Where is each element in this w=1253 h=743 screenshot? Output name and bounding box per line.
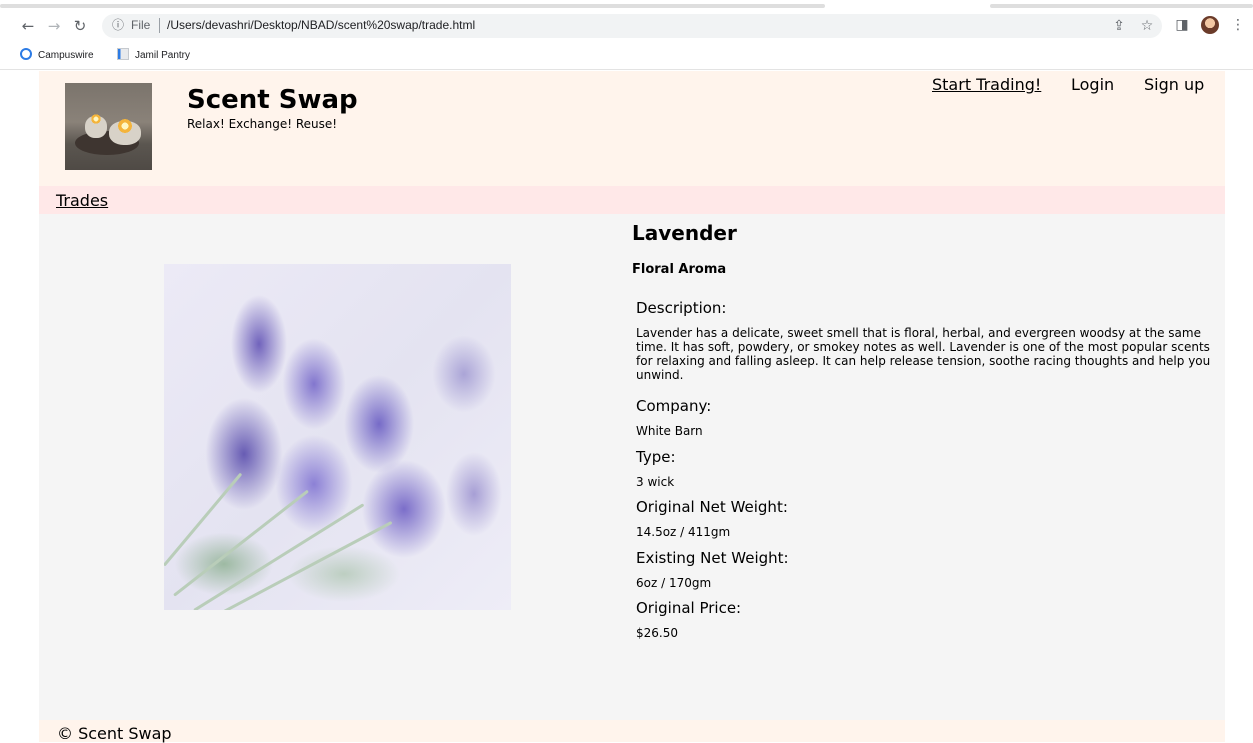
star-icon[interactable]: ☆ <box>1138 17 1156 35</box>
trades-link[interactable]: Trades <box>56 191 108 210</box>
url-separator <box>159 18 160 33</box>
price-value: $26.50 <box>636 626 678 640</box>
kebab-menu-icon[interactable]: ⋮ <box>1228 15 1248 35</box>
existing-weight-label: Existing Net Weight: <box>636 549 789 567</box>
page-container: Scent Swap Relax! Exchange! Reuse! Start… <box>39 71 1225 743</box>
sub-navigation: Trades <box>39 186 1225 214</box>
flame <box>116 119 134 133</box>
url-text[interactable]: /Users/devashri/Desktop/NBAD/scent%20swa… <box>167 18 475 32</box>
campuswire-icon <box>20 48 32 60</box>
site-footer: © Scent Swap <box>39 720 1225 743</box>
logo-image <box>65 83 152 170</box>
signup-link[interactable]: Sign up <box>1144 75 1204 94</box>
company-value: White Barn <box>636 424 703 438</box>
info-icon[interactable]: ⓘ <box>110 17 126 33</box>
description-text: Lavender has a delicate, sweet smell tha… <box>636 326 1211 382</box>
login-link[interactable]: Login <box>1071 75 1114 94</box>
arrow-left-icon: ← <box>21 17 35 35</box>
tab-indicator <box>990 4 1253 8</box>
type-label: Type: <box>636 448 676 466</box>
arrow-right-icon: → <box>47 17 61 35</box>
site-header: Scent Swap Relax! Exchange! Reuse! Start… <box>39 71 1225 186</box>
tab-strip <box>0 0 1253 8</box>
back-button[interactable]: ← <box>18 16 38 36</box>
bookmark-label: Campuswire <box>38 50 94 61</box>
site-title: Scent Swap <box>187 85 358 115</box>
document-icon <box>117 48 129 60</box>
reload-button[interactable]: ↻ <box>70 16 90 36</box>
start-trading-link[interactable]: Start Trading! <box>932 75 1041 94</box>
site-tagline: Relax! Exchange! Reuse! <box>187 117 338 131</box>
original-weight-label: Original Net Weight: <box>636 498 788 516</box>
tab-indicator <box>0 4 825 8</box>
existing-weight-value: 6oz / 170gm <box>636 576 712 590</box>
description-label: Description: <box>636 299 727 317</box>
flame <box>90 114 102 124</box>
bookmark-jamil-pantry[interactable]: Jamil Pantry <box>117 48 190 64</box>
browser-chrome: ← → ↻ ⓘ File /Users/devashri/Desktop/NBA… <box>0 0 1253 70</box>
forward-button[interactable]: → <box>44 16 64 36</box>
url-scheme-label: File <box>131 18 151 32</box>
company-label: Company: <box>636 397 712 415</box>
product-image <box>164 264 511 610</box>
footer-copyright: © Scent Swap <box>57 724 172 743</box>
bookmark-campuswire[interactable]: Campuswire <box>20 48 94 64</box>
product-category: Floral Aroma <box>632 262 727 277</box>
bookmarks-bar: Campuswire Jamil Pantry <box>0 44 1253 68</box>
bookmark-label: Jamil Pantry <box>135 50 191 61</box>
type-value: 3 wick <box>636 475 675 489</box>
side-panel-icon[interactable]: ◨ <box>1172 15 1192 35</box>
profile-avatar[interactable] <box>1201 16 1219 34</box>
price-label: Original Price: <box>636 599 742 617</box>
reload-icon: ↻ <box>73 17 87 35</box>
original-weight-value: 14.5oz / 411gm <box>636 525 731 539</box>
product-title: Lavender <box>632 221 737 245</box>
stem <box>193 503 365 610</box>
address-bar[interactable]: ⓘ File /Users/devashri/Desktop/NBAD/scen… <box>102 14 1162 38</box>
share-icon[interactable]: ⇪ <box>1110 17 1128 35</box>
